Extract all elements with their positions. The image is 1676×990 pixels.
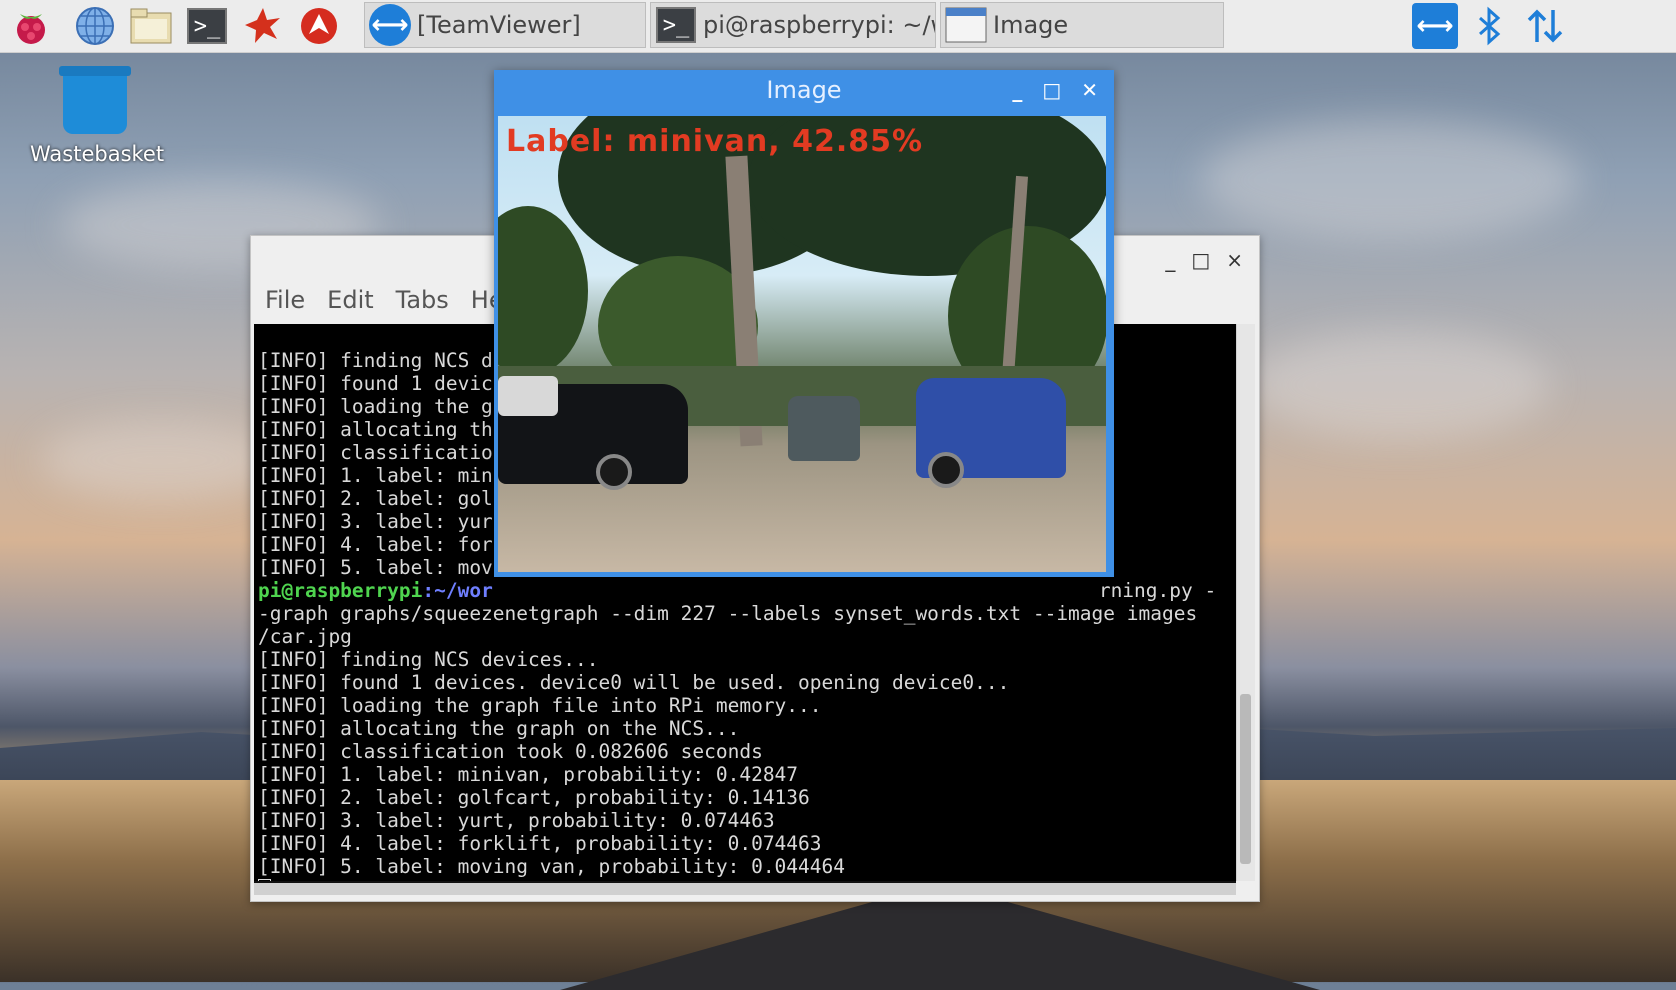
grey-small-car: [788, 396, 860, 461]
terminal-line: [INFO] classification took 0.082606 seco…: [258, 740, 763, 763]
teamviewer-icon: ⟷: [367, 4, 413, 46]
car-wheel: [596, 454, 632, 490]
bluetooth-icon[interactable]: [1466, 4, 1512, 48]
maximize-icon[interactable]: □: [1042, 78, 1061, 102]
tree-canopy: [498, 206, 588, 376]
terminal-window-controls: _ □ ×: [1165, 248, 1243, 272]
terminal-bottom-border: [254, 881, 1236, 895]
terminal-prompt-line: pi@raspberrypi:~/wor rning.py -: [258, 579, 1232, 602]
terminal-line: [INFO] 4. label: forklift, probability: …: [258, 832, 822, 855]
terminal-line: [INFO] 3. label: yurt, probability: 0.07…: [258, 809, 775, 832]
scrollbar-thumb[interactable]: [1240, 694, 1251, 864]
car-wheel: [928, 452, 964, 488]
prompt-command-tail: rning.py -: [1098, 579, 1217, 602]
terminal-line: [INFO] 1. label: minivan, probability: 0…: [258, 763, 799, 786]
web-browser-icon[interactable]: [72, 4, 118, 48]
classification-label: Label: minivan, 42.85%: [506, 124, 924, 159]
terminal-line: [INFO] loading the graph file into RPi m…: [258, 694, 822, 717]
task-label: Image: [993, 11, 1069, 39]
terminal-line: [INFO] allocating the graph on the NCS..…: [258, 717, 740, 740]
classified-photo: Label: minivan, 42.85%: [498, 116, 1106, 572]
terminal-icon[interactable]: >_: [184, 4, 230, 48]
teamviewer-icon[interactable]: ⟷: [1412, 3, 1458, 49]
task-label: [TeamViewer]: [417, 11, 581, 39]
terminal-line: /car.jpg: [258, 625, 352, 648]
prompt-path: :~/wor: [422, 579, 493, 602]
taskbar: >_ ⟷ [TeamViewer] >_ pi@raspberrypi: ~/w…: [0, 0, 1676, 53]
prompt-user: pi@raspberrypi: [258, 579, 423, 602]
menu-tabs[interactable]: Tabs: [396, 286, 449, 314]
taskbar-task-teamviewer[interactable]: ⟷ [TeamViewer]: [364, 2, 646, 48]
trash-icon: [59, 66, 131, 134]
terminal-line: [INFO] 5. label: moving van, probability…: [258, 855, 845, 878]
network-arrows-icon[interactable]: [1522, 4, 1568, 48]
image-window-controls: _ □ ✕: [1012, 78, 1098, 102]
terminal-line: [INFO] 2. label: golfcart, probability: …: [258, 786, 810, 809]
task-label: pi@raspberrypi: ~/wo...: [703, 11, 935, 39]
taskbar-task-terminal[interactable]: >_ pi@raspberrypi: ~/wo...: [650, 2, 936, 48]
wastebasket-desktop-icon[interactable]: Wastebasket: [30, 66, 165, 166]
close-icon[interactable]: ✕: [1081, 78, 1098, 102]
maximize-icon[interactable]: □: [1191, 248, 1210, 272]
wastebasket-label: Wastebasket: [30, 142, 165, 166]
terminal-line: -graph graphs/squeezenetgraph --dim 227 …: [258, 602, 1198, 625]
white-car: [498, 376, 558, 416]
terminal-line: [INFO] finding NCS devices...: [258, 648, 599, 671]
terminal-icon: >_: [653, 4, 699, 46]
terminal-scrollbar[interactable]: [1236, 324, 1255, 881]
close-icon[interactable]: ×: [1226, 248, 1243, 272]
minimize-icon[interactable]: _: [1012, 78, 1022, 102]
window-icon: [943, 4, 989, 46]
image-window[interactable]: Image _ □ ✕ Label: minivan, 42.85%: [494, 70, 1114, 577]
file-manager-icon[interactable]: [128, 4, 174, 48]
taskbar-task-image[interactable]: Image: [940, 2, 1224, 48]
mathematica-icon[interactable]: [240, 4, 286, 48]
raspberry-menu-icon[interactable]: [8, 4, 54, 48]
minimize-icon[interactable]: _: [1165, 248, 1175, 272]
menu-edit[interactable]: Edit: [327, 286, 373, 314]
wolfram-icon[interactable]: [296, 4, 342, 48]
terminal-line: [INFO] found 1 devices. device0 will be …: [258, 671, 1010, 694]
menu-file[interactable]: File: [265, 286, 305, 314]
terminal-menubar: File Edit Tabs Hel: [265, 286, 510, 314]
